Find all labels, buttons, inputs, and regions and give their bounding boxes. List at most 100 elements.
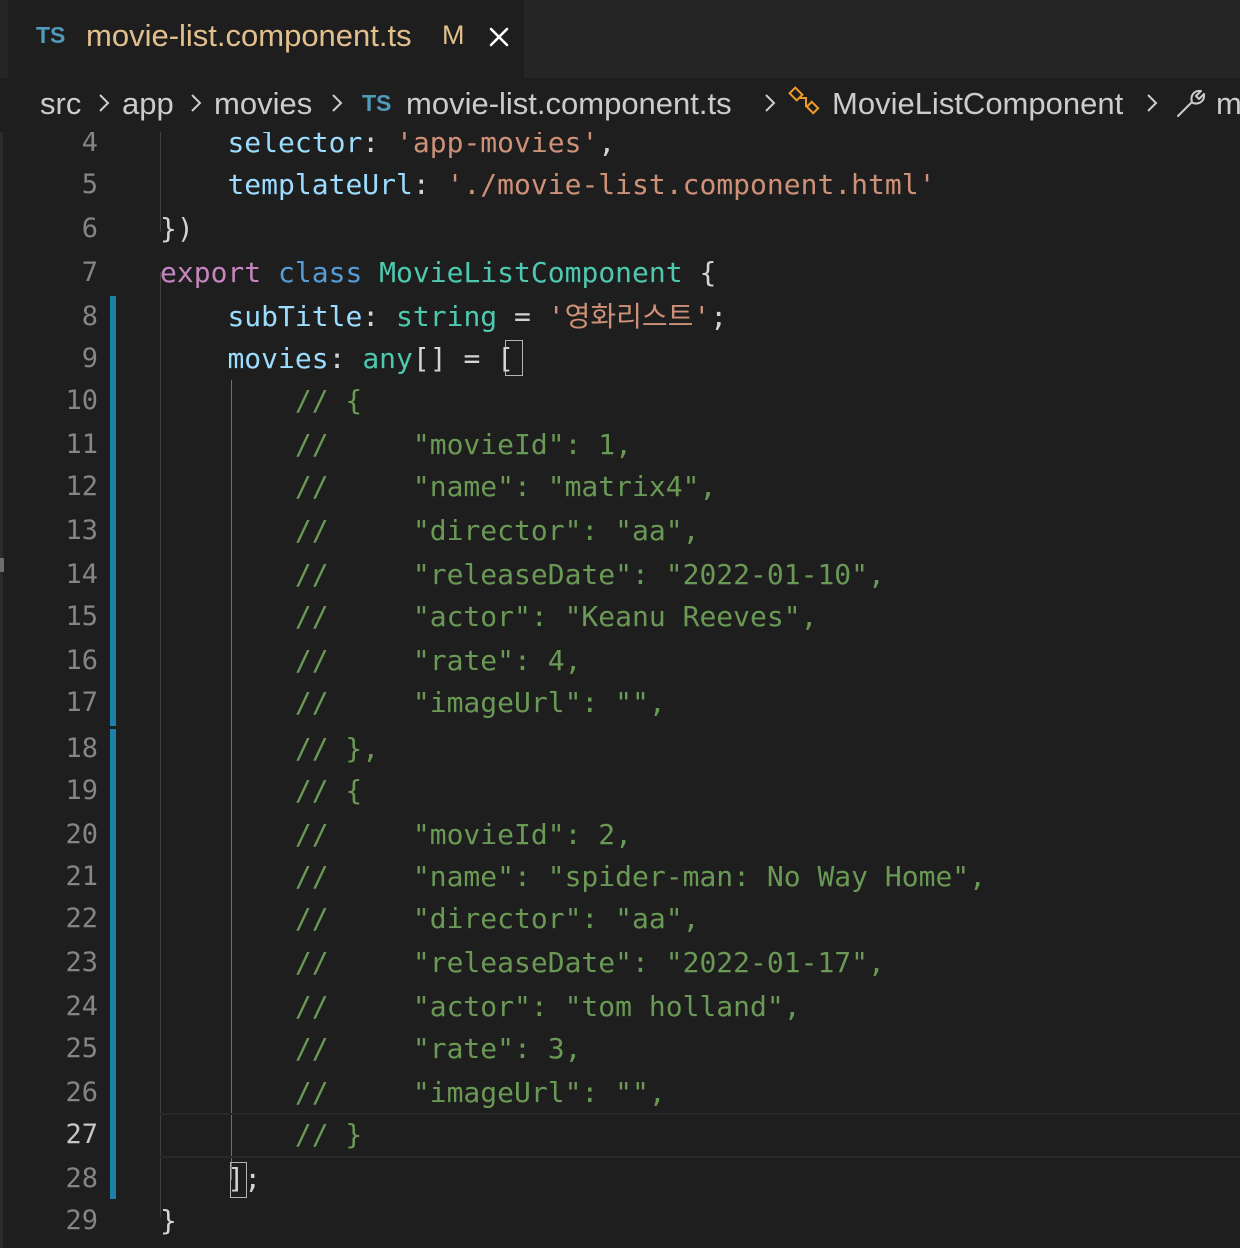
line-text[interactable]: // "rate": 3, — [160, 1027, 582, 1070]
code-line[interactable]: 10 // { — [0, 379, 1240, 422]
line-text[interactable]: // "movieId": 2, — [160, 813, 632, 856]
code-editor[interactable]: 4 selector: 'app-movies', 5 templateUrl: … — [0, 132, 1240, 1248]
line-number: 13 — [65, 515, 98, 546]
wrench-icon — [1177, 89, 1206, 117]
code-line[interactable]: 13 // "director": "aa", — [0, 509, 1240, 552]
code-line[interactable]: 5 templateUrl: './movie-list.component.h… — [0, 163, 1240, 206]
code-line[interactable]: 4 selector: 'app-movies', — [0, 132, 1240, 164]
line-text[interactable]: export class MovieListComponent { — [160, 251, 716, 294]
code-line[interactable]: 8 subTitle: string = '영화리스트'; — [0, 295, 1240, 338]
line-number: 17 — [65, 687, 98, 718]
chevron-right-icon — [332, 94, 343, 112]
line-number: 5 — [81, 169, 98, 200]
line-number: 25 — [65, 1033, 98, 1064]
code-line[interactable]: 25 // "rate": 3, — [0, 1027, 1240, 1070]
line-text[interactable]: // } — [160, 1113, 362, 1156]
line-text[interactable]: // { — [160, 379, 362, 422]
line-text[interactable]: // "imageUrl": "", — [160, 1071, 666, 1114]
chevron-right-icon — [1147, 94, 1158, 112]
line-number: 29 — [65, 1205, 98, 1236]
line-text[interactable]: // "releaseDate": "2022-01-17", — [160, 941, 885, 984]
line-number: 27 — [65, 1119, 98, 1150]
code-line[interactable]: 7 export class MovieListComponent { — [0, 251, 1240, 294]
tab-title[interactable]: movie-list.component.ts — [86, 18, 412, 54]
code-line[interactable]: 28 ]; — [0, 1157, 1240, 1200]
line-text[interactable]: templateUrl: './movie-list.component.htm… — [160, 163, 935, 206]
code-line[interactable]: 19 // { — [0, 769, 1240, 812]
line-text[interactable]: // "releaseDate": "2022-01-10", — [160, 553, 885, 596]
line-number: 28 — [65, 1163, 98, 1194]
code-line[interactable]: 11 // "movieId": 1, — [0, 423, 1240, 466]
line-number: 11 — [65, 429, 98, 460]
chevron-right-icon — [99, 94, 110, 112]
line-text[interactable]: // { — [160, 769, 362, 812]
breadcrumb-item-src[interactable]: src — [40, 86, 81, 122]
line-number: 9 — [81, 343, 98, 374]
breadcrumb-item-member[interactable]: m — [1216, 86, 1240, 122]
line-number: 23 — [65, 947, 98, 978]
chevron-right-icon — [765, 94, 776, 112]
line-number: 20 — [65, 819, 98, 850]
line-text[interactable]: selector: 'app-movies', — [160, 132, 615, 164]
line-number: 8 — [81, 301, 98, 332]
code-line[interactable]: 17 // "imageUrl": "", — [0, 681, 1240, 724]
line-text[interactable]: // "actor": "tom holland", — [160, 985, 801, 1028]
code-line[interactable]: 27 // } — [0, 1113, 1240, 1156]
code-line[interactable]: 23 // "releaseDate": "2022-01-17", — [0, 941, 1240, 984]
code-line[interactable]: 18 // }, — [0, 727, 1240, 770]
code-line[interactable]: 21 // "name": "spider-man: No Way Home", — [0, 855, 1240, 898]
line-number: 26 — [65, 1077, 98, 1108]
code-line[interactable]: 26 // "imageUrl": "", — [0, 1071, 1240, 1114]
code-line[interactable]: 6}) — [0, 207, 1240, 250]
code-line[interactable]: 22 // "director": "aa", — [0, 897, 1240, 940]
breadcrumb: src app movies TS movie-list.component.t… — [0, 78, 1240, 132]
chevron-right-icon — [191, 94, 202, 112]
code-line[interactable]: 16 // "rate": 4, — [0, 639, 1240, 682]
code-line[interactable]: 14 // "releaseDate": "2022-01-10", — [0, 553, 1240, 596]
line-number: 4 — [81, 132, 98, 158]
line-number: 24 — [65, 991, 98, 1022]
line-text[interactable]: // "director": "aa", — [160, 897, 700, 940]
line-text[interactable]: // "rate": 4, — [160, 639, 582, 682]
typescript-icon: TS — [36, 22, 66, 48]
code-line[interactable]: 24 // "actor": "tom holland", — [0, 985, 1240, 1028]
line-text[interactable]: } — [160, 1199, 177, 1242]
line-number: 19 — [65, 775, 98, 806]
line-number: 14 — [65, 559, 98, 590]
line-text[interactable]: ]; — [160, 1157, 261, 1200]
line-text[interactable]: // "director": "aa", — [160, 509, 700, 552]
line-text[interactable]: }) — [160, 207, 194, 250]
breadcrumb-item-class[interactable]: MovieListComponent — [832, 86, 1123, 122]
line-number: 15 — [65, 601, 98, 632]
line-number: 7 — [81, 257, 98, 288]
line-number: 18 — [65, 733, 98, 764]
line-text[interactable]: // "name": "spider-man: No Way Home", — [160, 855, 986, 898]
line-text[interactable]: // "imageUrl": "", — [160, 681, 666, 724]
breadcrumb-item-movies[interactable]: movies — [214, 86, 312, 122]
line-number: 16 — [65, 645, 98, 676]
typescript-icon: TS — [362, 90, 392, 116]
modified-indicator: M — [442, 20, 465, 50]
line-number: 12 — [65, 471, 98, 502]
class-icon — [788, 86, 820, 115]
line-text[interactable]: // "actor": "Keanu Reeves", — [160, 595, 818, 638]
line-number: 6 — [81, 213, 98, 244]
code-line[interactable]: 20 // "movieId": 2, — [0, 813, 1240, 856]
code-line[interactable]: 9 movies: any[] = [ — [0, 337, 1240, 380]
line-number: 10 — [65, 385, 98, 416]
code-line[interactable]: 29} — [0, 1199, 1240, 1242]
close-icon[interactable] — [484, 22, 514, 52]
code-line[interactable]: 12 // "name": "matrix4", — [0, 465, 1240, 508]
breadcrumb-item-file[interactable]: movie-list.component.ts — [406, 86, 732, 122]
line-number: 22 — [65, 903, 98, 934]
code-line[interactable]: 15 // "actor": "Keanu Reeves", — [0, 595, 1240, 638]
line-text[interactable]: subTitle: string = '영화리스트'; — [160, 295, 727, 338]
editor-tab[interactable]: TS movie-list.component.ts M — [8, 0, 524, 78]
line-text[interactable]: movies: any[] = [ — [160, 337, 514, 380]
tab-bar: TS movie-list.component.ts M — [0, 0, 1240, 78]
line-text[interactable]: // }, — [160, 727, 379, 770]
line-text[interactable]: // "movieId": 1, — [160, 423, 632, 466]
line-number: 21 — [65, 861, 98, 892]
line-text[interactable]: // "name": "matrix4", — [160, 465, 716, 508]
breadcrumb-item-app[interactable]: app — [122, 86, 174, 122]
